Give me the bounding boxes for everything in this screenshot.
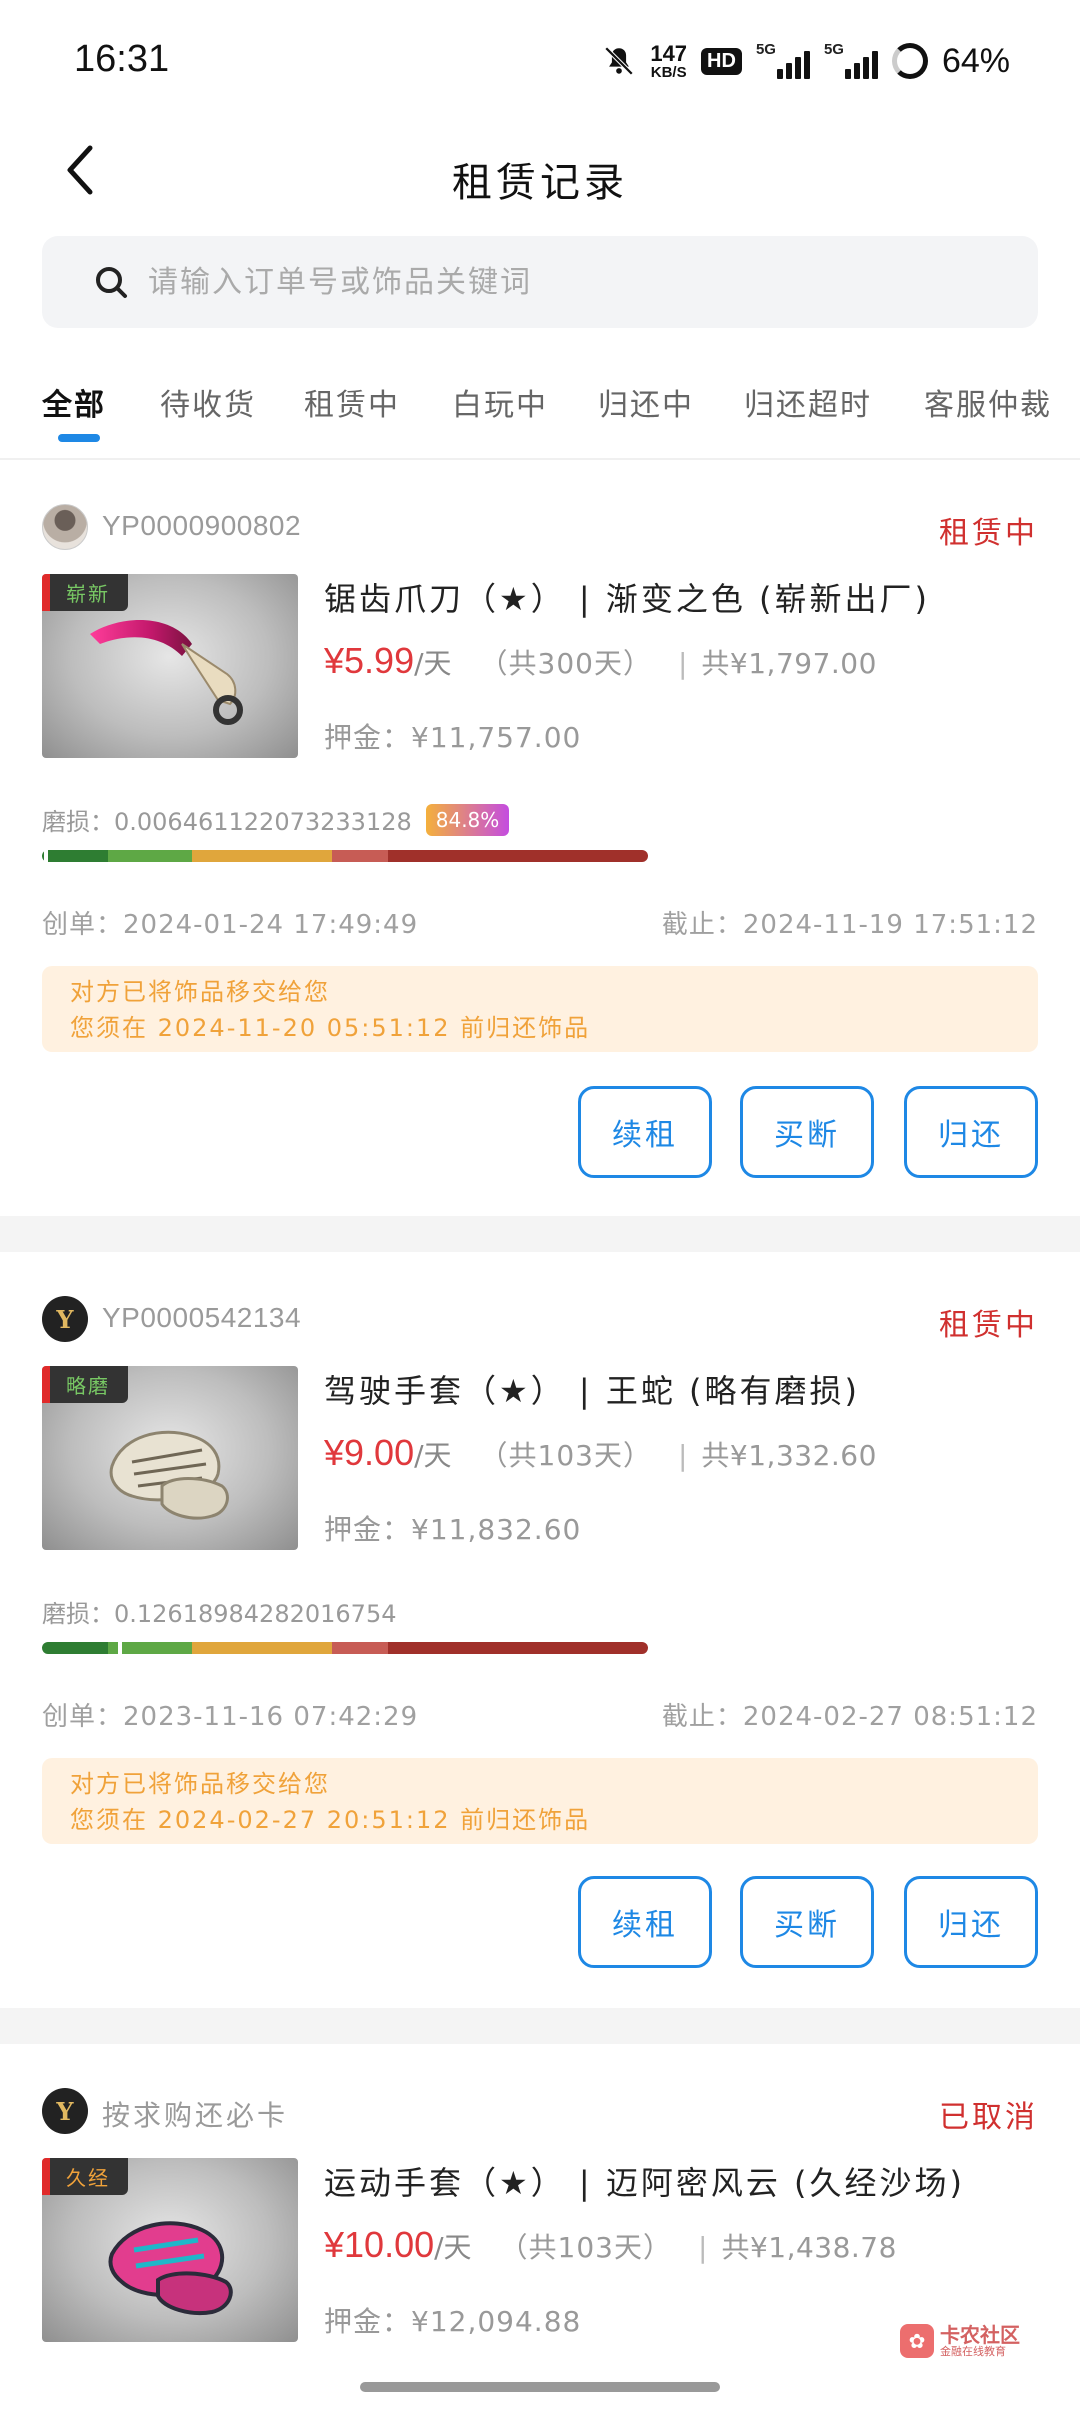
watermark-main: 卡农社区 xyxy=(940,2323,1020,2347)
rental-days: （共103天） xyxy=(499,2231,672,2264)
order-card[interactable]: YP0000900802 租赁中 崭新 锯齿爪刀（★） | 渐变之色 (崭新出厂… xyxy=(0,460,1080,1216)
wear-tag: 略磨 xyxy=(42,1366,128,1403)
wear-info: 磨损：0.12618984282016754 xyxy=(42,1594,396,1629)
renew-button[interactable]: 续租 xyxy=(578,1876,712,1968)
notice-line: 您须在 2024-11-20 05:51:12 前归还饰品 xyxy=(70,1014,591,1042)
per-day-unit: /天 xyxy=(434,2231,472,2264)
wear-tag: 久经 xyxy=(42,2158,128,2195)
deadline-time: 截止：2024-11-19 17:51:12 xyxy=(661,910,1038,940)
daily-price: ¥5.99 xyxy=(324,640,415,681)
return-button[interactable]: 归还 xyxy=(904,1086,1038,1178)
total-price: 共¥1,438.78 xyxy=(721,2231,897,2264)
return-button[interactable]: 归还 xyxy=(904,1876,1038,1968)
return-notice: 对方已将饰品移交给您 您须在 2024-11-20 05:51:12 前归还饰品 xyxy=(42,966,1038,1052)
total-price: 共¥1,797.00 xyxy=(701,647,877,680)
order-id: 按求购还必卡 xyxy=(102,2099,289,2132)
active-tab-indicator xyxy=(58,434,100,442)
rental-days: （共103天） xyxy=(479,1439,652,1472)
item-image[interactable]: 崭新 xyxy=(42,574,298,758)
price-line: ¥5.99 /天 （共300天） | 共¥1,797.00 xyxy=(324,640,877,682)
price-line: ¥10.00 /天 （共103天） | 共¥1,438.78 xyxy=(324,2224,897,2266)
price-line: ¥9.00 /天 （共103天） | 共¥1,332.60 xyxy=(324,1432,877,1474)
tab-returning[interactable]: 归还中 xyxy=(598,380,694,424)
notice-line: 您须在 2024-02-27 20:51:12 前归还饰品 xyxy=(70,1806,591,1834)
card-separator xyxy=(0,2008,1080,2044)
status-tabs: 全部 待收货 租赁中 白玩中 归还中 归还超时 客服仲裁 xyxy=(0,370,1080,460)
wear-value: 磨损：0.12618984282016754 xyxy=(42,1600,397,1628)
deposit: 押金：¥11,757.00 xyxy=(324,721,582,754)
card-separator xyxy=(0,1216,1080,1252)
notice-line: 对方已将饰品移交给您 xyxy=(70,978,330,1006)
return-notice: 对方已将饰品移交给您 您须在 2024-02-27 20:51:12 前归还饰品 xyxy=(42,1758,1038,1844)
per-day-unit: /天 xyxy=(414,1439,452,1472)
battery-icon xyxy=(891,43,928,79)
status-bar: 16:31 147 KB/S HD 5G 5G 64% xyxy=(0,0,1080,120)
tab-return-overdue[interactable]: 归还超时 xyxy=(744,380,872,424)
status-time: 16:31 xyxy=(74,38,170,80)
search-input[interactable] xyxy=(148,264,1028,300)
item-name: 运动手套（★） | 迈阿密风云 (久经沙场) xyxy=(324,2164,965,2202)
wear-percent-badge: 84.8% xyxy=(425,803,510,836)
page-title: 租赁记录 xyxy=(452,160,628,206)
deadline-time: 截止：2024-02-27 08:51:12 xyxy=(661,1702,1038,1732)
avatar: Y xyxy=(42,1296,88,1342)
deposit: 押金：¥12,094.88 xyxy=(324,2305,582,2338)
created-time: 创单：2024-01-24 17:49:49 xyxy=(42,910,419,940)
total-price: 共¥1,332.60 xyxy=(701,1439,877,1472)
order-status: 已取消 xyxy=(939,2100,1038,2135)
avatar xyxy=(42,504,88,550)
wear-marker xyxy=(118,1640,122,1656)
item-image[interactable]: 久经 xyxy=(42,2158,298,2342)
search-icon xyxy=(96,267,127,298)
wear-marker xyxy=(44,848,48,864)
price-separator: | xyxy=(677,1439,688,1472)
wear-value: 磨损：0.006461122073233128 xyxy=(42,808,412,836)
daily-price: ¥10.00 xyxy=(324,2224,435,2265)
watermark-logo-icon: ✿ xyxy=(900,2324,934,2359)
watermark: ✿ 卡农社区 金融在线教育 xyxy=(900,2323,1020,2359)
wear-info: 磨损：0.006461122073233128 84.8% xyxy=(42,802,510,837)
signal-icon-2: 5G xyxy=(824,41,878,79)
notice-line: 对方已将饰品移交给您 xyxy=(70,1770,330,1798)
deposit: 押金：¥11,832.60 xyxy=(324,1513,582,1546)
per-day-unit: /天 xyxy=(414,647,452,680)
order-id: YP0000542134 xyxy=(102,1302,302,1333)
item-name: 驾驶手套（★） | 王蛇 (略有磨损) xyxy=(324,1372,860,1410)
buyout-button[interactable]: 买断 xyxy=(740,1876,874,1968)
tab-renting[interactable]: 租赁中 xyxy=(304,380,400,424)
created-time: 创单：2023-11-16 07:42:29 xyxy=(42,1702,419,1732)
home-indicator[interactable] xyxy=(360,2382,720,2392)
tab-all[interactable]: 全部 xyxy=(42,380,106,424)
price-separator: | xyxy=(677,647,688,680)
battery-level: 64% xyxy=(941,41,1010,80)
tab-arbitration[interactable]: 客服仲裁 xyxy=(924,380,1052,424)
buyout-button[interactable]: 买断 xyxy=(740,1086,874,1178)
status-icons: 147 KB/S HD 5G 5G 64% xyxy=(602,36,1010,86)
app-header: 租赁记录 xyxy=(0,120,1080,240)
item-name: 锯齿爪刀（★） | 渐变之色 (崭新出厂) xyxy=(324,580,930,618)
signal-icon: 5G xyxy=(756,41,810,79)
tab-pending-receipt[interactable]: 待收货 xyxy=(160,380,256,424)
search-bar[interactable] xyxy=(42,236,1038,328)
tab-free-play[interactable]: 白玩中 xyxy=(452,380,548,424)
hd-badge: HD xyxy=(701,47,742,75)
wear-bar xyxy=(42,1642,648,1654)
order-status: 租赁中 xyxy=(939,516,1038,551)
mute-bell-icon xyxy=(605,46,634,76)
network-speed: 147 KB/S xyxy=(650,40,688,81)
order-id: YP0000900802 xyxy=(102,510,302,541)
order-card[interactable]: Y YP0000542134 租赁中 略磨 驾驶手套（★） | 王蛇 (略有磨损… xyxy=(0,1252,1080,2008)
avatar: Y xyxy=(42,2088,88,2134)
order-status: 租赁中 xyxy=(939,1308,1038,1343)
item-image[interactable]: 略磨 xyxy=(42,1366,298,1550)
daily-price: ¥9.00 xyxy=(324,1432,415,1473)
wear-tag: 崭新 xyxy=(42,574,128,611)
wear-bar xyxy=(42,850,648,862)
renew-button[interactable]: 续租 xyxy=(578,1086,712,1178)
price-separator: | xyxy=(698,2231,708,2264)
rental-days: （共300天） xyxy=(479,647,652,680)
watermark-sub: 金融在线教育 xyxy=(940,2345,1006,2358)
